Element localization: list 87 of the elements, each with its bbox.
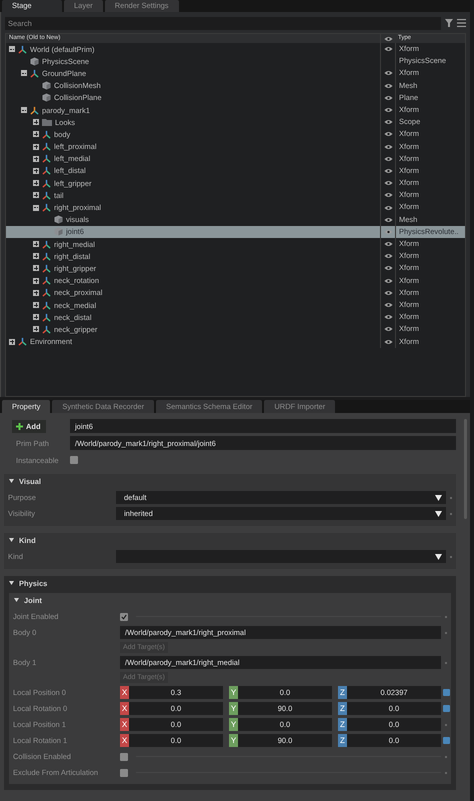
menu-icon[interactable]: [457, 19, 466, 27]
expand-icon[interactable]: [33, 278, 39, 284]
axes-icon: [42, 324, 51, 334]
eye-icon[interactable]: [384, 156, 392, 162]
eye-icon[interactable]: [384, 94, 392, 101]
expand-icon[interactable]: [33, 180, 39, 186]
axes-icon: [42, 276, 51, 286]
axes-icon: [42, 142, 51, 152]
eye-icon[interactable]: [384, 192, 392, 198]
axes-icon: [42, 190, 51, 200]
dropdown-arrow-icon: [435, 554, 442, 560]
expand-icon[interactable]: [33, 156, 39, 162]
collapse-icon[interactable]: [9, 46, 15, 52]
axes-icon: [42, 178, 51, 188]
checkbox[interactable]: [120, 612, 128, 620]
caret-icon: [9, 581, 14, 585]
axes-icon: [42, 240, 51, 249]
dropdown-arrow-icon: [435, 510, 442, 516]
cube-icon: [54, 227, 63, 236]
filter-icon[interactable]: [445, 19, 453, 27]
folder-icon: [42, 118, 52, 126]
cube-icon: [42, 93, 51, 102]
checkbox[interactable]: [120, 768, 128, 776]
eye-icon[interactable]: [384, 204, 392, 211]
axes-icon: [42, 252, 51, 261]
eye-icon[interactable]: [384, 278, 392, 284]
eye-icon[interactable]: [384, 168, 392, 174]
axes-icon: [42, 264, 51, 273]
cube-icon: [42, 81, 51, 90]
expand-icon[interactable]: [33, 253, 39, 260]
eye-icon[interactable]: [384, 82, 392, 89]
robot-axes-icon: [30, 106, 39, 115]
caret-icon: [9, 479, 14, 483]
expand-icon[interactable]: [9, 338, 15, 345]
axes-icon: [42, 166, 51, 176]
axes-icon: [18, 44, 27, 54]
axes-icon: [42, 300, 51, 310]
eye-icon[interactable]: [384, 338, 392, 345]
expand-icon[interactable]: [33, 168, 39, 174]
axes-icon: [42, 288, 51, 298]
axes-icon: [42, 203, 51, 212]
modified-indicator[interactable]: [442, 737, 450, 744]
caret-icon: [14, 598, 19, 602]
cube-icon: [30, 56, 39, 66]
checkbox[interactable]: [120, 752, 128, 760]
expand-icon[interactable]: [33, 290, 39, 296]
axes-icon: [42, 154, 51, 164]
eye-icon[interactable]: [384, 36, 392, 42]
eye-icon[interactable]: [384, 302, 392, 308]
eye-icon[interactable]: [384, 180, 392, 186]
eye-icon[interactable]: [384, 253, 392, 260]
expand-icon[interactable]: [33, 144, 39, 150]
eye-icon[interactable]: [384, 228, 392, 235]
collapse-icon[interactable]: [21, 70, 27, 76]
axes-icon: [42, 312, 51, 322]
eye-icon[interactable]: [384, 241, 392, 248]
collapse-icon[interactable]: [21, 107, 27, 114]
plus-icon: [16, 422, 23, 430]
expand-icon[interactable]: [33, 326, 39, 332]
dropdown-arrow-icon: [435, 494, 442, 500]
modified-indicator[interactable]: [442, 689, 450, 696]
expand-icon[interactable]: [33, 265, 39, 272]
eye-icon[interactable]: [384, 46, 392, 52]
checkbox[interactable]: [70, 456, 78, 464]
eye-icon[interactable]: [384, 265, 392, 272]
eye-icon[interactable]: [384, 314, 392, 320]
eye-icon[interactable]: [384, 290, 392, 296]
expand-icon[interactable]: [33, 314, 39, 320]
expand-icon[interactable]: [33, 131, 39, 138]
eye-icon[interactable]: [384, 119, 392, 126]
eye-icon[interactable]: [384, 216, 392, 223]
eye-icon[interactable]: [384, 107, 392, 114]
collapse-icon[interactable]: [33, 204, 39, 211]
eye-icon[interactable]: [384, 131, 392, 138]
expand-icon[interactable]: [33, 119, 39, 126]
cube-icon: [54, 215, 63, 224]
eye-icon[interactable]: [384, 326, 392, 332]
modified-indicator[interactable]: [442, 705, 450, 712]
expand-icon[interactable]: [33, 241, 39, 248]
axes-icon: [42, 130, 51, 139]
caret-icon: [9, 538, 14, 542]
axes-icon: [30, 68, 39, 78]
eye-icon[interactable]: [384, 144, 392, 150]
eye-icon[interactable]: [384, 70, 392, 76]
expand-icon[interactable]: [33, 192, 39, 198]
axes-icon: [18, 337, 27, 346]
expand-icon[interactable]: [33, 302, 39, 308]
